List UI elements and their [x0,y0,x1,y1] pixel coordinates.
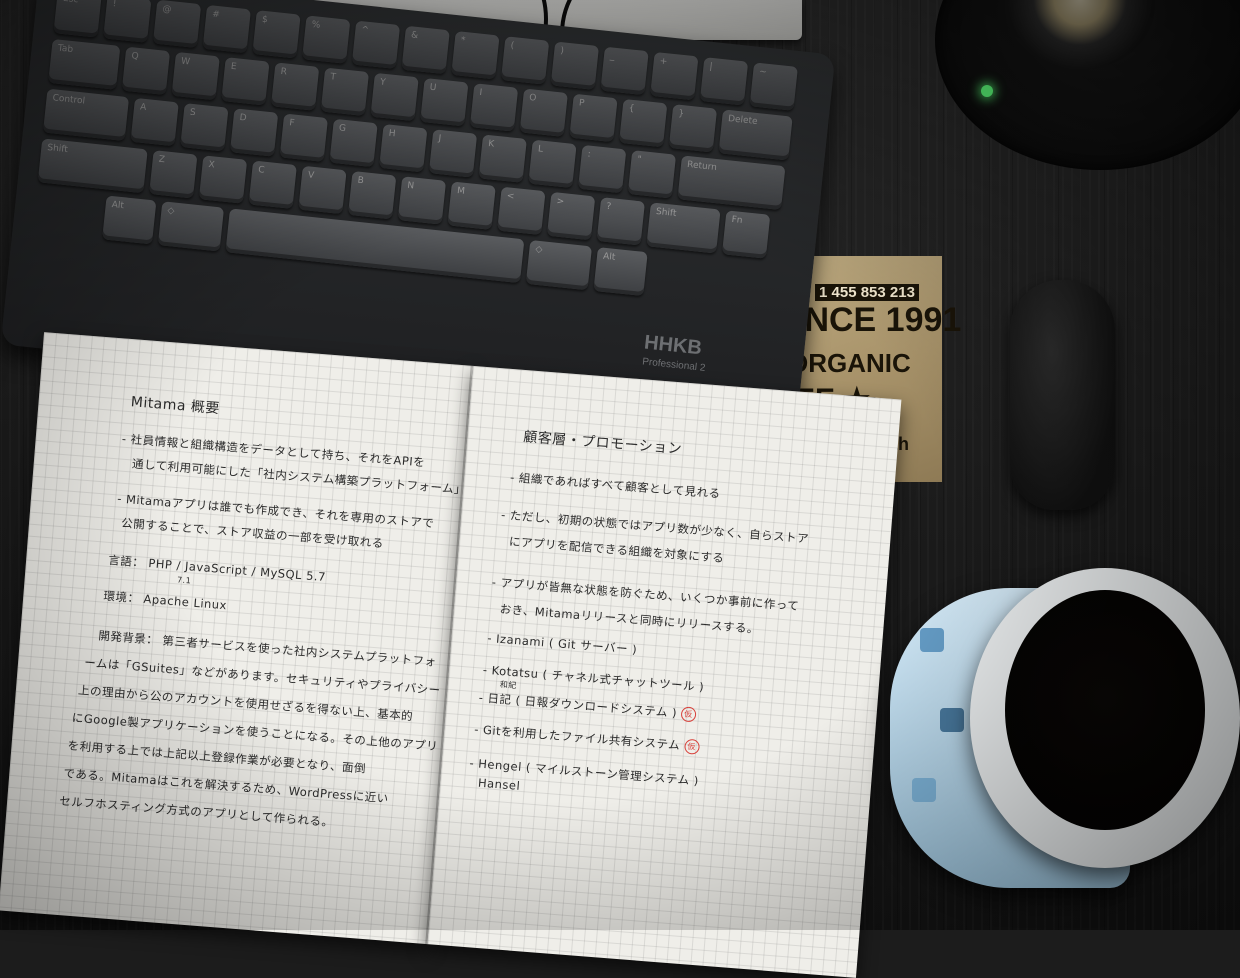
key: % [302,15,351,64]
coaster-phone: 1 455 853 213 [815,284,919,301]
coaster-organic: ORGANIC [788,348,911,378]
right-page-line: - Gitを利用したファイル共有システム仮 [474,721,700,755]
notebook: Mitama 概要 - 社員情報と組織構造をデータとして持ち、それをAPIを 通… [0,332,902,978]
key: + [650,51,699,101]
key: # [202,4,251,54]
notebook-left-page: Mitama 概要 - 社員情報と組織構造をデータとして持ち、それをAPIを 通… [0,332,473,945]
key: I [469,83,519,132]
key: G [329,118,378,168]
key: W [171,51,220,101]
key: } [668,104,718,153]
key: ! [103,0,152,43]
right-page-line: - 日記 ( 日報ダウンロードシステム ) 仮 [478,689,697,723]
key: J [428,129,478,178]
key-shift-left: Shift [37,138,148,194]
red-circle-mark: 仮 [680,706,697,723]
keyboard-brand-logo: HHKB [643,331,703,360]
key: H [379,124,428,173]
key: | [699,57,749,106]
key: Z [149,150,198,199]
key: { [619,98,668,148]
key: C [248,160,297,209]
key: X [198,155,248,204]
key-meta-right: ◇ [525,239,593,291]
right-page-title: 顧客層・プロモーション [522,429,683,458]
key: M [447,181,496,230]
key: S [180,103,229,152]
key-delete: Delete [718,109,793,161]
left-page-line: 環境： Apache Linux [103,588,228,613]
key-alt-right: Alt [593,247,648,297]
left-page-line: 言語： PHP / JavaScript / MySQL 5.7 [107,552,327,584]
key: R [270,62,320,111]
key: O [519,88,568,137]
key: @ [152,0,202,49]
right-page-line: Hansel [477,775,521,793]
mouse [1010,280,1115,510]
right-page-line: - 組織であればすべて顧客として見れる [509,470,722,501]
mug-decoration [912,778,936,802]
key: ? [596,197,646,246]
key: > [546,191,596,241]
key: F [279,113,329,162]
key-shift-right: Shift [646,202,721,254]
mug-decoration [920,628,944,652]
right-page-line-text: - Gitを利用したファイル共有システム [473,722,681,753]
power-led [981,85,993,97]
key-tab: Tab [48,38,121,90]
key-control: Control [42,88,130,142]
key: ~ [749,62,798,111]
key-return: Return [677,155,786,210]
key: " [627,150,677,199]
right-page-line: 和紀 [499,680,518,691]
key: E [221,57,270,106]
red-circle-mark: 仮 [683,738,700,755]
coffee-mug [890,568,1240,888]
key: : [578,144,627,194]
right-page-line: - Izanami ( Git サーバー ) [486,630,638,657]
coffee [1005,590,1205,830]
mug-decoration [940,708,964,732]
key: _ [600,46,649,96]
coaster-since: INCE 1991 [795,301,962,339]
key: ( [500,36,550,85]
notebook-right-page: 顧客層・プロモーション - 組織であればすべて顧客として見れる - ただし、初期… [427,365,902,978]
key: N [397,176,447,225]
key: * [451,31,500,80]
key: P [569,93,618,143]
key: $ [252,10,301,59]
left-page-line: 7.1 [176,575,192,586]
key-fn: Fn [721,210,771,259]
key: < [497,186,546,236]
left-page-title: Mitama 概要 [130,394,221,418]
key: D [229,108,279,157]
key: & [401,25,450,75]
key: ^ [351,20,401,69]
key: K [478,134,527,183]
key: U [420,78,469,127]
key: Esc [53,0,102,38]
key: V [298,165,347,215]
right-page-line-text: - 日記 ( 日報ダウンロードシステム ) [478,690,678,720]
key: ) [550,41,600,90]
right-page-line: にアプリを配信できる組織を対象にする [508,534,725,566]
key: Q [121,46,171,96]
key-alt-left: Alt [102,195,157,245]
key: A [130,97,179,147]
key: Y [370,72,419,122]
key: T [320,67,370,116]
key: B [348,171,397,220]
key: L [528,139,577,189]
key-meta-left: ◇ [157,201,225,252]
